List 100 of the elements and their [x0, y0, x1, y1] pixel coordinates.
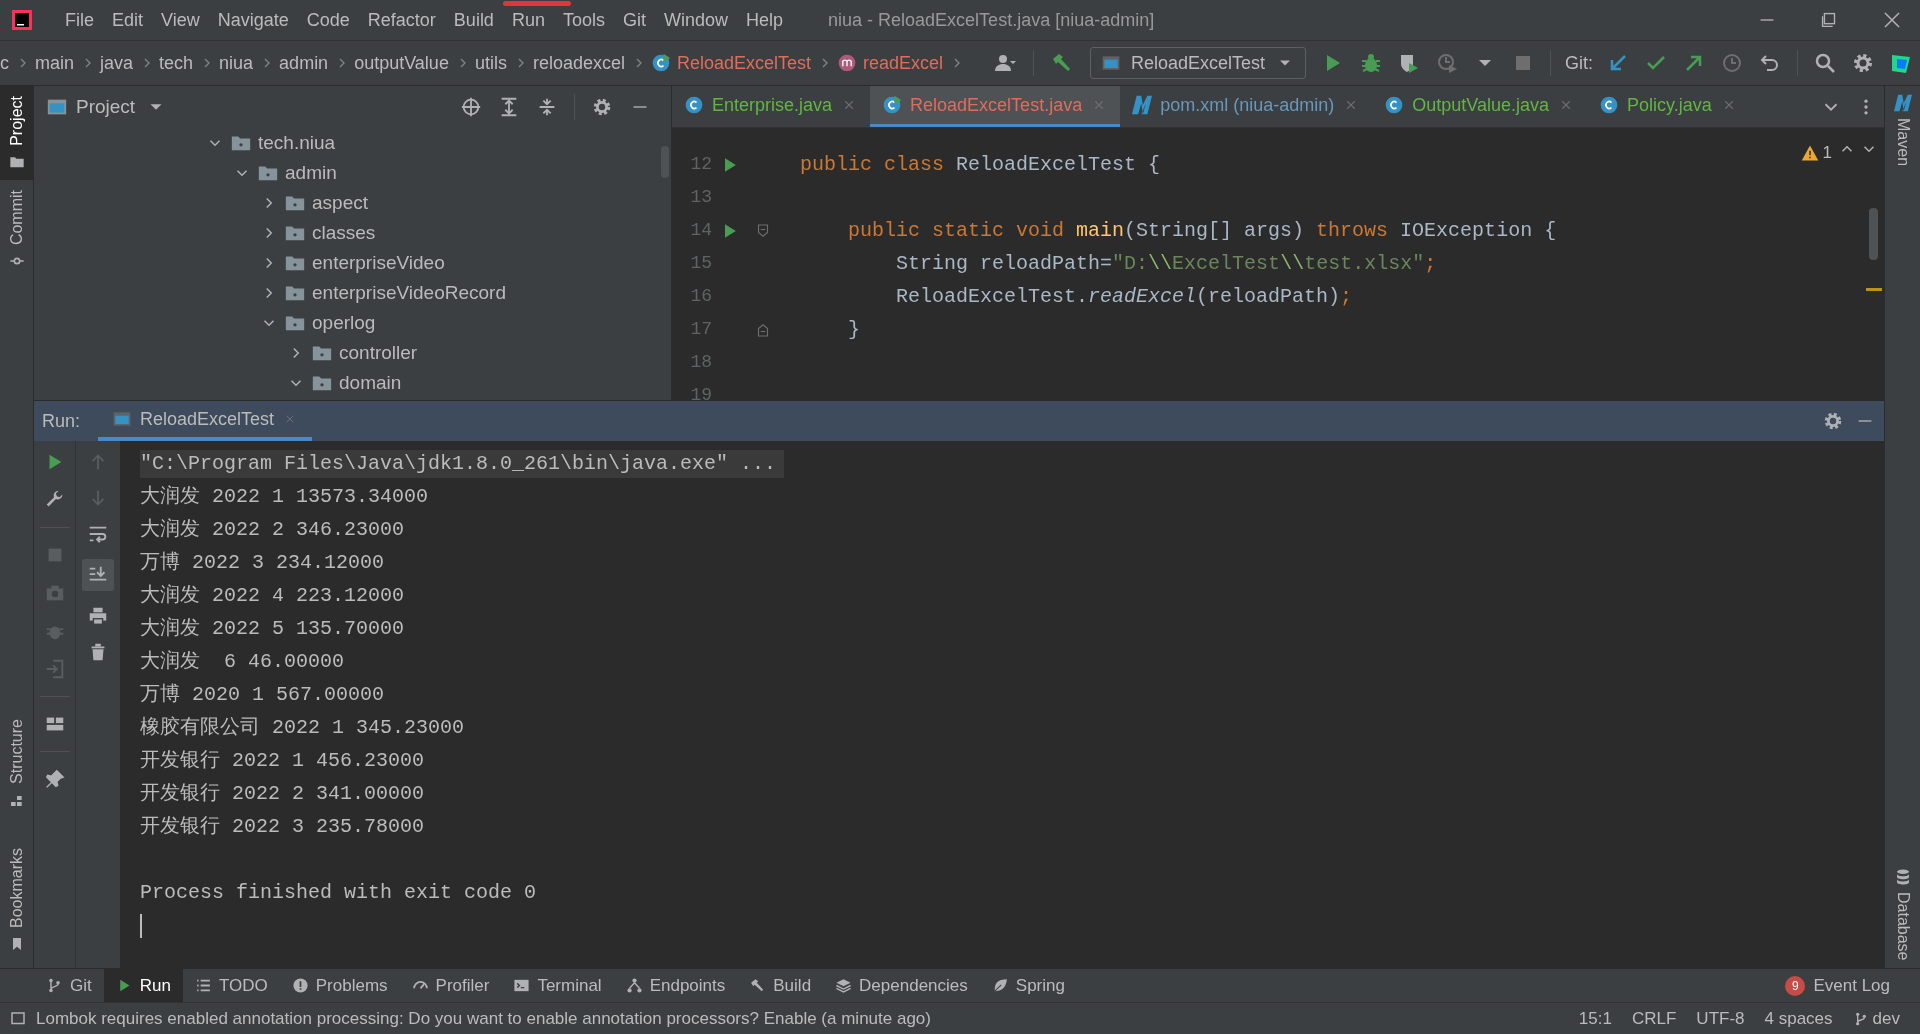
breadcrumb[interactable]: c: [0, 49, 15, 77]
code-line: public static void main(String[] args) throws IOException {: [847, 217, 1557, 244]
menu-item[interactable]: View: [152, 9, 209, 30]
line-number: 13: [689, 186, 712, 209]
tree-item[interactable]: classes: [34, 218, 671, 248]
breadcrumb[interactable]: ReloadExcelTest: [646, 49, 818, 77]
breadcrumb[interactable]: java: [96, 49, 140, 77]
menu-item[interactable]: Window: [654, 9, 737, 30]
status-item[interactable]: CRLF: [1631, 1005, 1677, 1032]
tool-window-button[interactable]: Maven: [1890, 86, 1915, 175]
tool-window-button[interactable]: Project: [0, 86, 33, 180]
editor-tab[interactable]: Policy.java: [1587, 86, 1750, 127]
tool-window-button[interactable]: Git: [34, 969, 104, 1002]
line-number: 14: [689, 219, 712, 242]
tree-item[interactable]: enterpriseVideo: [34, 248, 671, 278]
git-branch[interactable]: dev: [1852, 1005, 1900, 1032]
run-configuration-dropdown[interactable]: ReloadExcelTest: [1089, 47, 1306, 79]
tool-window-button[interactable]: Dependencies: [823, 969, 980, 1002]
breadcrumb[interactable]: main: [31, 49, 80, 77]
menu-item[interactable]: Build: [444, 9, 503, 30]
console-output: 开发银行 2022 1 456.23000: [140, 747, 425, 774]
tool-window-button[interactable]: Problems: [279, 969, 400, 1002]
console-output: 大润发 2022 1 13573.34000: [140, 483, 429, 510]
tool-window-button[interactable]: Structure: [0, 709, 33, 818]
tool-window-button[interactable]: Build: [737, 969, 824, 1002]
maven-icon: [1132, 95, 1153, 115]
status-item[interactable]: UTF-8: [1696, 1005, 1745, 1032]
console-output: 大润发 6 46.00000: [140, 648, 345, 675]
menu-item[interactable]: Code: [297, 9, 359, 30]
console-output: 开发银行 2022 3 235.78000: [140, 813, 425, 840]
tool-window-button[interactable]: Commit: [0, 179, 33, 279]
breadcrumb[interactable]: tech: [155, 49, 200, 77]
git-label: Git:: [1565, 51, 1593, 75]
code-line: ReloadExcelTest.readExcel(reloadPath);: [895, 283, 1353, 310]
layers-icon: [835, 977, 853, 994]
tree-item[interactable]: enterpriseVideoRecord: [34, 278, 671, 308]
event-log-button[interactable]: 9 Event Log: [1785, 972, 1890, 999]
menu-item[interactable]: Run: [502, 9, 554, 30]
breadcrumb[interactable]: utils: [470, 49, 513, 77]
breadcrumb[interactable]: admin: [275, 49, 335, 77]
menu-item[interactable]: Edit: [103, 9, 153, 30]
menu-item[interactable]: Refactor: [358, 9, 445, 30]
tree-item[interactable]: operlog: [34, 308, 671, 338]
debug-icon[interactable]: [1359, 51, 1383, 75]
panel-label: Run:: [42, 409, 81, 433]
tool-window-button[interactable]: Database: [1890, 859, 1915, 968]
class-icon: [882, 95, 903, 115]
editor-tab[interactable]: Enterprise.java: [672, 86, 871, 127]
editor-tab[interactable]: OutputValue.java: [1372, 86, 1587, 127]
menu-item[interactable]: Navigate: [208, 9, 298, 30]
code-line: }: [847, 316, 860, 343]
menu-item[interactable]: Help: [737, 9, 793, 30]
alert-icon: [291, 977, 309, 994]
pin-icon[interactable]: [43, 768, 66, 790]
breadcrumb[interactable]: niua: [215, 49, 260, 77]
settings-icon[interactable]: [1851, 51, 1875, 75]
breadcrumb[interactable]: outputValue: [350, 49, 455, 77]
menu-item[interactable]: Git: [613, 9, 655, 30]
status-item[interactable]: 4 spaces: [1764, 1005, 1833, 1032]
profile-run-icon[interactable]: [1435, 51, 1459, 75]
print-icon[interactable]: [87, 605, 109, 627]
tool-window-button[interactable]: Spring: [979, 969, 1077, 1002]
tool-window-button[interactable]: Bookmarks: [0, 837, 33, 962]
panel-title[interactable]: Project: [76, 92, 136, 122]
tree-item[interactable]: controller: [34, 338, 671, 368]
menu-item[interactable]: Tools: [553, 9, 614, 30]
list-icon: [194, 977, 212, 994]
class-icon: [684, 95, 704, 115]
settings-icon[interactable]: [1822, 410, 1844, 432]
console-output: 大润发 2022 5 135.70000: [140, 615, 405, 642]
tree-item[interactable]: aspect: [34, 188, 671, 218]
status-item[interactable]: 15:1: [1578, 1005, 1612, 1032]
breadcrumb[interactable]: reloadexcel: [528, 49, 631, 77]
tree-item[interactable]: tech.niua: [34, 128, 671, 158]
settings-icon[interactable]: [591, 96, 613, 118]
search-icon[interactable]: [1813, 51, 1837, 75]
crosshair-icon[interactable]: [460, 96, 482, 118]
tool-window-button[interactable]: TODO: [182, 969, 280, 1002]
window-title: niua - ReloadExcelTest.java [niua-admin]: [828, 8, 1155, 32]
warning-icon: [1800, 143, 1819, 162]
tree-item[interactable]: admin: [34, 158, 671, 188]
tree-item[interactable]: domain: [34, 368, 671, 398]
menu-item[interactable]: File: [56, 9, 103, 30]
scrollbar-thumb[interactable]: [1869, 208, 1878, 260]
editor-tab[interactable]: pom.xml (niua-admin): [1120, 86, 1373, 127]
tool-window-button[interactable]: Run: [103, 969, 183, 1002]
console-output: 开发银行 2022 2 341.00000: [140, 780, 425, 807]
text-cursor: [140, 913, 142, 938]
console-output: 橡胶有限公司 2022 1 345.23000: [140, 714, 465, 741]
tool-window-button[interactable]: Profiler: [399, 969, 502, 1002]
breadcrumb[interactable]: readExcel: [833, 49, 950, 77]
tool-window-button[interactable]: Endpoints: [613, 969, 738, 1002]
warning-marker: [1866, 288, 1882, 291]
class-icon: [1384, 95, 1405, 115]
scroll-to-end-button[interactable]: [82, 559, 114, 591]
warning-counter[interactable]: 1: [1800, 140, 1832, 166]
tool-window-button[interactable]: Terminal: [501, 969, 614, 1002]
status-message[interactable]: Lombok requires enabled annotation processing: Do you want to enable annotation processors? Enable (a minute ago): [36, 1005, 931, 1032]
clock-icon[interactable]: [1720, 51, 1744, 75]
console-output: 大润发 2022 2 346.23000: [140, 516, 405, 543]
